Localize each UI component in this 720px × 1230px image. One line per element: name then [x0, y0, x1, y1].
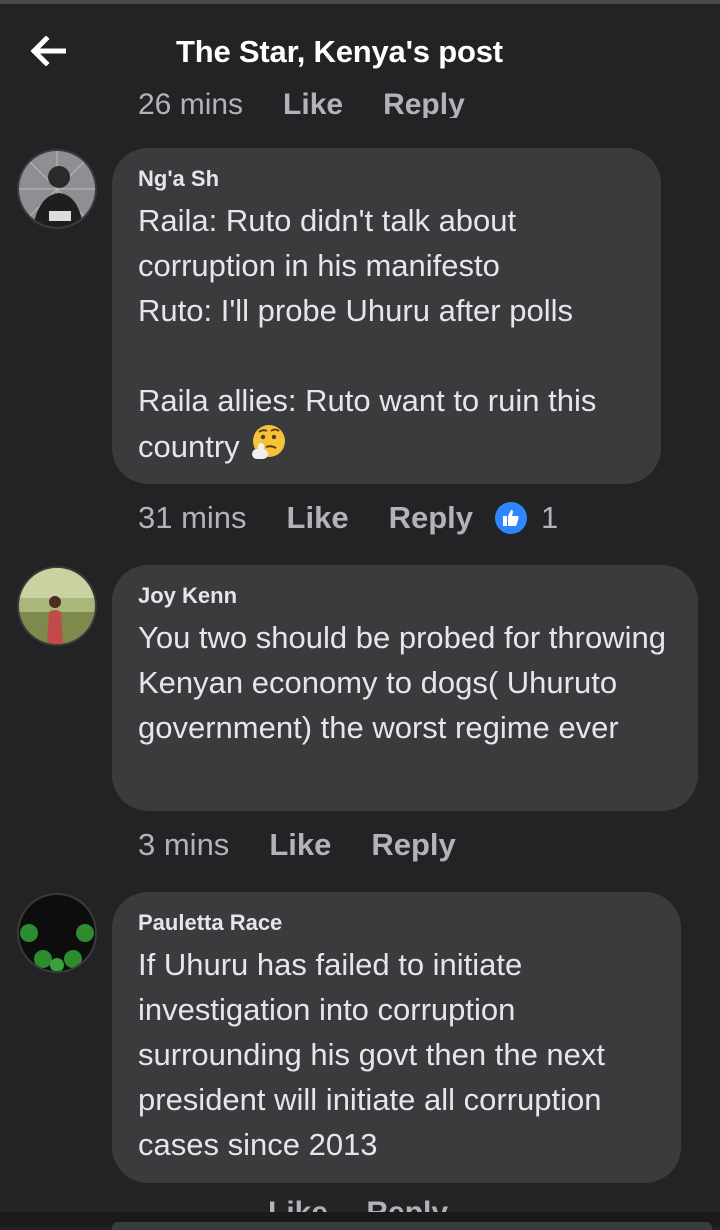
comment-author[interactable]: Joy Kenn	[138, 583, 672, 609]
comment-actions: 3 mins Like Reply	[138, 827, 478, 863]
comment-time[interactable]: 3 mins	[138, 827, 229, 863]
avatar[interactable]	[17, 149, 97, 229]
comment-time[interactable]: 31 mins	[138, 500, 247, 536]
reaction-count[interactable]: 1	[541, 500, 558, 536]
reply-button[interactable]: Reply	[371, 827, 455, 863]
comment-bubble[interactable]: Ng'a Sh Raila: Ruto didn't talk about co…	[112, 148, 661, 484]
back-arrow-icon	[30, 36, 66, 66]
avatar-photo	[19, 151, 95, 227]
comment-actions: 31 mins Like Reply 1	[138, 500, 558, 536]
like-reaction-icon[interactable]	[495, 502, 527, 534]
avatar-photo	[19, 895, 95, 971]
reply-button[interactable]: Reply	[383, 88, 465, 118]
comment-text: You two should be probed for throwing Ke…	[138, 620, 666, 745]
comment-time: 26 mins	[138, 88, 244, 118]
top-app-bar: The Star, Kenya's post	[0, 4, 720, 90]
comment-bubble[interactable]: Pauletta Race If Uhuru has failed to ini…	[112, 892, 681, 1183]
comment-input-edge[interactable]	[112, 1222, 712, 1230]
like-button[interactable]: Like	[283, 88, 343, 118]
comment-author[interactable]: Ng'a Sh	[138, 166, 635, 192]
thinking-face-emoji	[248, 423, 288, 475]
comment-text: Raila: Ruto didn't talk about corruption…	[138, 198, 635, 475]
comment-text: If Uhuru has failed to initiate investig…	[138, 947, 606, 1162]
back-button[interactable]	[26, 28, 72, 74]
comment-composer-edge	[0, 1212, 720, 1230]
like-button[interactable]: Like	[269, 827, 331, 863]
comment-author[interactable]: Pauletta Race	[138, 910, 655, 936]
comment-bubble[interactable]: Joy Kenn You two should be probed for th…	[112, 565, 698, 811]
avatar[interactable]	[17, 566, 97, 646]
reply-button[interactable]: Reply	[389, 500, 473, 536]
page-title: The Star, Kenya's post	[176, 34, 503, 69]
avatar[interactable]	[17, 893, 97, 973]
avatar-photo	[19, 568, 95, 644]
like-button[interactable]: Like	[287, 500, 349, 536]
